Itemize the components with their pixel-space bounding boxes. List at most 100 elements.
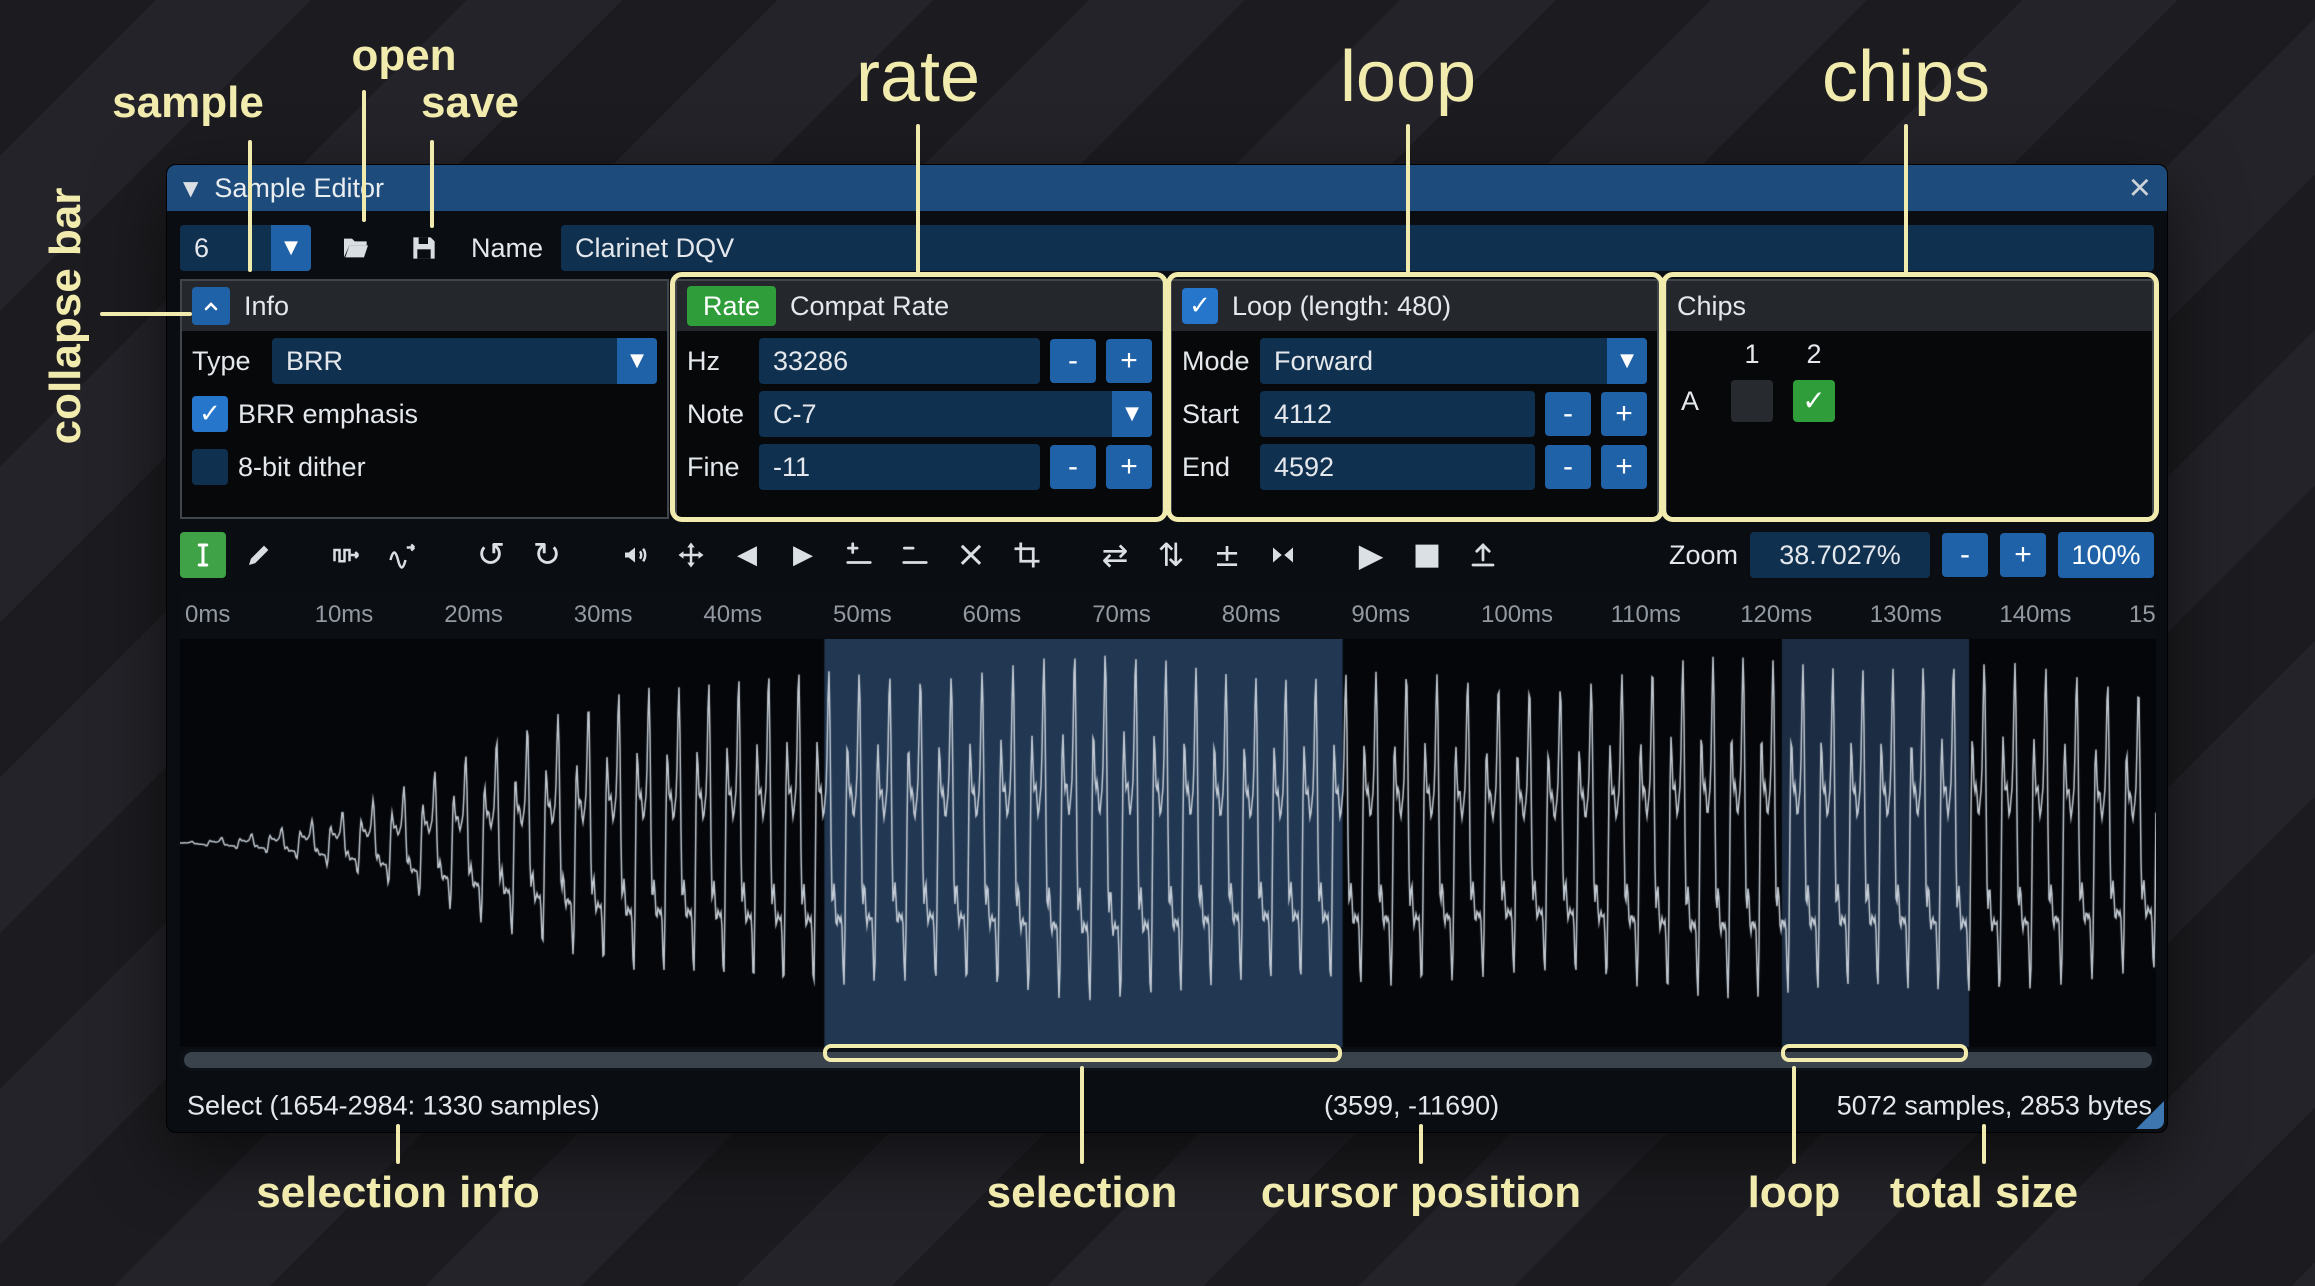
chip-column-2-label: 2 [1806, 339, 1821, 370]
annotation-total-size-label: total size [1890, 1168, 2078, 1218]
zoom-reset-button[interactable]: 100% [2058, 532, 2154, 578]
brr-emphasis-checkbox[interactable]: ✓ [192, 396, 228, 432]
window-title: Sample Editor [214, 173, 384, 204]
arrows-all-icon [676, 540, 706, 570]
invert-button[interactable]: ⇅ [1148, 532, 1194, 578]
waveform-scrollbar[interactable] [180, 1049, 2156, 1071]
timeline-label: 40ms [703, 601, 762, 629]
timeline-ruler[interactable]: 0ms10ms20ms30ms40ms50ms60ms70ms80ms90ms1… [180, 593, 2156, 637]
sample-edit-toolbar: ↺ ↻ ◀ ▶ × ⇄ ⇅ ± ▶ ■ [180, 531, 2154, 579]
loop-section: ✓ Loop (length: 480) Mode Forward ▼ Star… [1170, 279, 1659, 519]
type-value: BRR [272, 338, 617, 384]
zoom-in-button[interactable]: + [2000, 533, 2046, 577]
resample-icon [388, 540, 418, 570]
chevron-down-icon: ▼ [271, 225, 311, 271]
delete-icon: × [956, 537, 986, 573]
fine-decrease-button[interactable]: - [1050, 445, 1096, 489]
type-dropdown[interactable]: BRR ▼ [272, 338, 657, 384]
hz-decrease-button[interactable]: - [1050, 339, 1096, 383]
note-dropdown[interactable]: C-7 ▼ [759, 391, 1152, 437]
note-value: C-7 [759, 391, 1112, 437]
close-icon[interactable]: × [2129, 169, 2151, 207]
collapse-bar-button[interactable] [192, 287, 230, 325]
annotation-collapse-bar-label: collapse bar [41, 188, 91, 445]
timeline-label: 10ms [315, 601, 374, 629]
loop-end-increase-button[interactable]: + [1601, 445, 1647, 489]
annotation-rate-label: rate [856, 36, 980, 118]
resize-button[interactable] [324, 532, 370, 578]
rate-mode-button[interactable]: Rate [687, 286, 776, 326]
zoom-value-input[interactable]: 38.7027% [1750, 532, 1930, 578]
titlebar[interactable]: ▼ Sample Editor × [167, 165, 2167, 211]
trim-button[interactable] [1004, 532, 1050, 578]
loop-mode-dropdown[interactable]: Forward ▼ [1260, 338, 1647, 384]
window-collapse-icon[interactable]: ▼ [183, 178, 198, 198]
loop-start-input[interactable]: 4112 [1260, 391, 1535, 437]
apply-filter-button[interactable] [1260, 532, 1306, 578]
chevron-down-icon: ▼ [1112, 391, 1152, 437]
fade-in-button[interactable]: ◀ [724, 532, 770, 578]
resample-button[interactable] [380, 532, 426, 578]
apply-silence-button[interactable] [892, 532, 938, 578]
scrollbar-handle[interactable] [184, 1052, 2152, 1068]
sample-selector[interactable]: 6 ▼ [180, 225, 311, 271]
annotation-save-label: save [421, 78, 519, 128]
i-beam-icon [188, 540, 218, 570]
zoom-out-button[interactable]: - [1942, 533, 1988, 577]
mode-label: Mode [1182, 346, 1250, 377]
sign-exchange-button[interactable]: ± [1204, 532, 1250, 578]
loop-enable-checkbox[interactable]: ✓ [1182, 288, 1218, 324]
name-input[interactable]: Clarinet DQV [561, 225, 2154, 271]
select-mode-button[interactable] [180, 532, 226, 578]
hz-increase-button[interactable]: + [1106, 339, 1152, 383]
resize-icon [332, 540, 362, 570]
amplify-button[interactable] [612, 532, 658, 578]
loop-start-decrease-button[interactable]: - [1545, 392, 1591, 436]
dither-label: 8-bit dither [238, 452, 366, 483]
fade-in-icon: ◀ [737, 542, 757, 568]
loop-header-bar: ✓ Loop (length: 480) [1172, 281, 1657, 331]
info-header-bar: Info [182, 281, 667, 331]
loop-start-increase-button[interactable]: + [1601, 392, 1647, 436]
brr-emphasis-label: BRR emphasis [238, 399, 418, 430]
fine-input[interactable]: -11 [759, 444, 1040, 490]
fade-out-button[interactable]: ▶ [780, 532, 826, 578]
draw-mode-button[interactable] [236, 532, 282, 578]
annotation-selection-info-label: selection info [256, 1168, 540, 1218]
waveform-display[interactable] [180, 639, 2156, 1047]
timeline-label: 80ms [1222, 601, 1281, 629]
upload-icon [1468, 540, 1498, 570]
insert-silence-button[interactable] [836, 532, 882, 578]
hz-input[interactable]: 33286 [759, 338, 1040, 384]
fine-increase-button[interactable]: + [1106, 445, 1152, 489]
check-icon: ✓ [199, 401, 221, 427]
annotation-selection-label: selection [987, 1168, 1178, 1218]
reverse-button[interactable]: ⇄ [1092, 532, 1138, 578]
preview-button[interactable]: ▶ [1348, 532, 1394, 578]
note-label: Note [687, 399, 749, 430]
dither-checkbox[interactable] [192, 449, 228, 485]
chip-2-checkbox[interactable]: ✓ [1793, 380, 1835, 422]
undo-button[interactable]: ↺ [468, 532, 514, 578]
timeline-label: 130ms [1870, 601, 1942, 629]
delete-button[interactable]: × [948, 532, 994, 578]
window-resize-grip[interactable] [2136, 1101, 2164, 1129]
chip-1-checkbox[interactable] [1731, 380, 1773, 422]
timeline-label: 120ms [1740, 601, 1812, 629]
open-button[interactable] [333, 225, 379, 271]
timeline-label: 20ms [444, 601, 503, 629]
create-wavetable-button[interactable] [1460, 532, 1506, 578]
redo-button[interactable]: ↻ [524, 532, 570, 578]
annotation-sample-label: sample [112, 78, 264, 128]
loop-end-input[interactable]: 4592 [1260, 444, 1535, 490]
total-size-text: 5072 samples, 2853 bytes [1837, 1090, 2152, 1121]
timeline-label: 150ms [2129, 601, 2156, 629]
stop-preview-button[interactable]: ■ [1404, 532, 1450, 578]
timeline-label: 30ms [574, 601, 633, 629]
save-button[interactable] [401, 225, 447, 271]
type-label: Type [192, 346, 262, 377]
normalize-button[interactable] [668, 532, 714, 578]
loop-end-decrease-button[interactable]: - [1545, 445, 1591, 489]
check-icon: ✓ [1802, 387, 1825, 415]
chips-header-bar: Chips [1667, 281, 2152, 331]
